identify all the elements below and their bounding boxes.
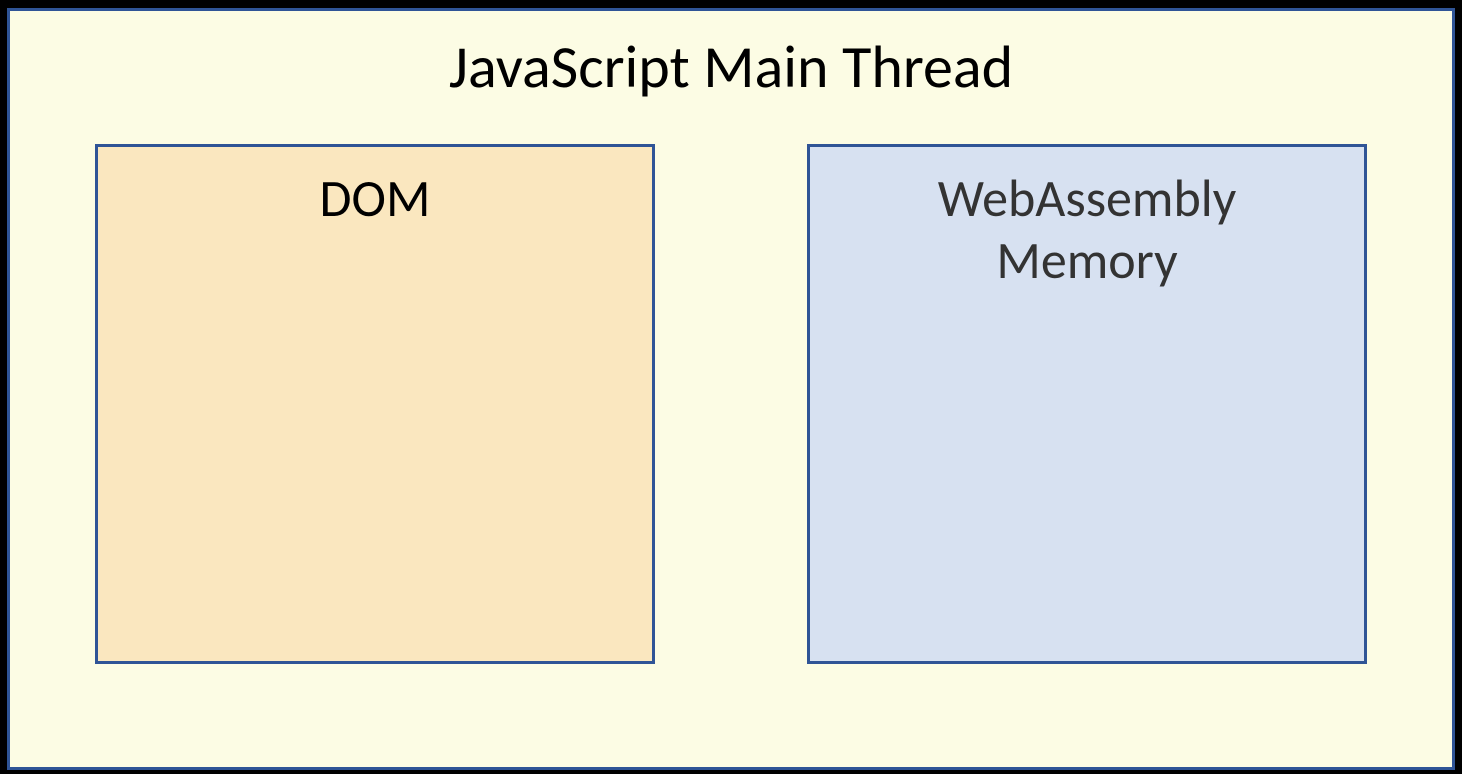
main-title: JavaScript Main Thread: [70, 31, 1392, 104]
dom-label: DOM: [98, 167, 652, 229]
wasm-label-line1: WebAssembly: [810, 167, 1364, 229]
dom-box: DOM: [95, 144, 655, 664]
wasm-label-line2: Memory: [810, 229, 1364, 291]
boxes-row: DOM WebAssembly Memory: [70, 144, 1392, 664]
wasm-memory-box: WebAssembly Memory: [807, 144, 1367, 664]
main-thread-container: JavaScript Main Thread DOM WebAssembly M…: [7, 8, 1455, 770]
